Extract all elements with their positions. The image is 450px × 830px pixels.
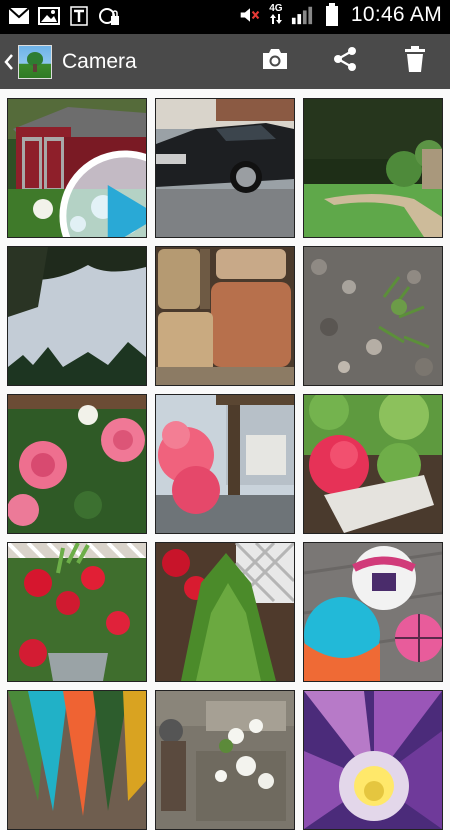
tmobile-icon [68,5,90,27]
photo-thumbnail-purple-flower[interactable] [303,690,443,830]
share-icon [331,45,359,78]
delete-icon [403,45,427,78]
wifi-connect-icon [98,5,120,27]
photo-thumbnail-shrub-lattice[interactable] [155,542,295,682]
photo-thumbnail-geranium-pot[interactable] [303,394,443,534]
notification-icons [8,5,120,27]
back-chevron-icon [4,52,14,72]
photo-thumbnail-patio-flowers[interactable] [155,690,295,830]
signal-icon [291,4,313,26]
gallery-notification-icon [38,5,60,27]
status-bar: 4G 10:46 AM [0,0,450,34]
camera-button[interactable] [250,34,300,89]
system-status-icons: 4G 10:46 AM [239,3,442,27]
album-thumbnail-icon [18,44,52,79]
share-button[interactable] [320,34,370,89]
up-navigation-button[interactable]: Camera [0,34,140,89]
photo-thumbnail-stone-wall[interactable] [155,246,295,386]
photo-thumbnail-balls[interactable] [303,542,443,682]
camera-icon [260,47,290,76]
photo-thumbnail-garden-path[interactable] [303,98,443,238]
battery-icon [321,3,343,26]
action-bar: Camera [0,34,450,89]
photo-thumbnail-red-geranium-planter[interactable] [7,542,147,682]
photo-grid [7,98,443,830]
photo-thumbnail-pink-geranium-fence[interactable] [155,394,295,534]
photo-thumbnail-colorful-umbrella[interactable] [7,690,147,830]
clock: 10:46 AM [350,3,442,26]
video-play-icon [56,147,146,237]
photo-thumbnail-black-car[interactable] [155,98,295,238]
delete-button[interactable] [390,34,440,89]
photo-thumbnail-red-shed[interactable] [7,98,147,238]
photo-thumbnail-sky-trees[interactable] [7,246,147,386]
photo-thumbnail-pink-roses[interactable] [7,394,147,534]
mute-icon [239,4,261,26]
photo-thumbnail-gravel-weeds[interactable] [303,246,443,386]
network-type: 4G [269,3,283,27]
gmail-icon [8,5,30,27]
album-title: Camera [62,49,137,73]
